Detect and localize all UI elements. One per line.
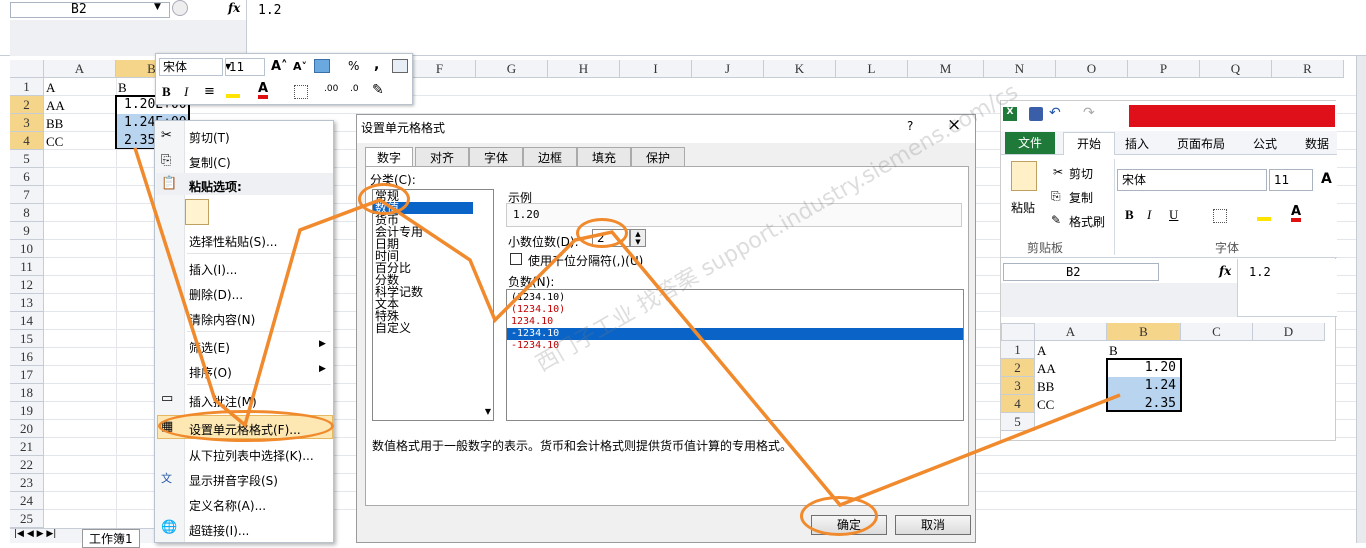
highlight-category — [358, 183, 410, 215]
highlight-decimal — [576, 218, 628, 248]
annotation-overlay — [133, 147, 1121, 508]
highlight-format-cells — [158, 410, 334, 442]
highlight-ok — [800, 496, 878, 536]
